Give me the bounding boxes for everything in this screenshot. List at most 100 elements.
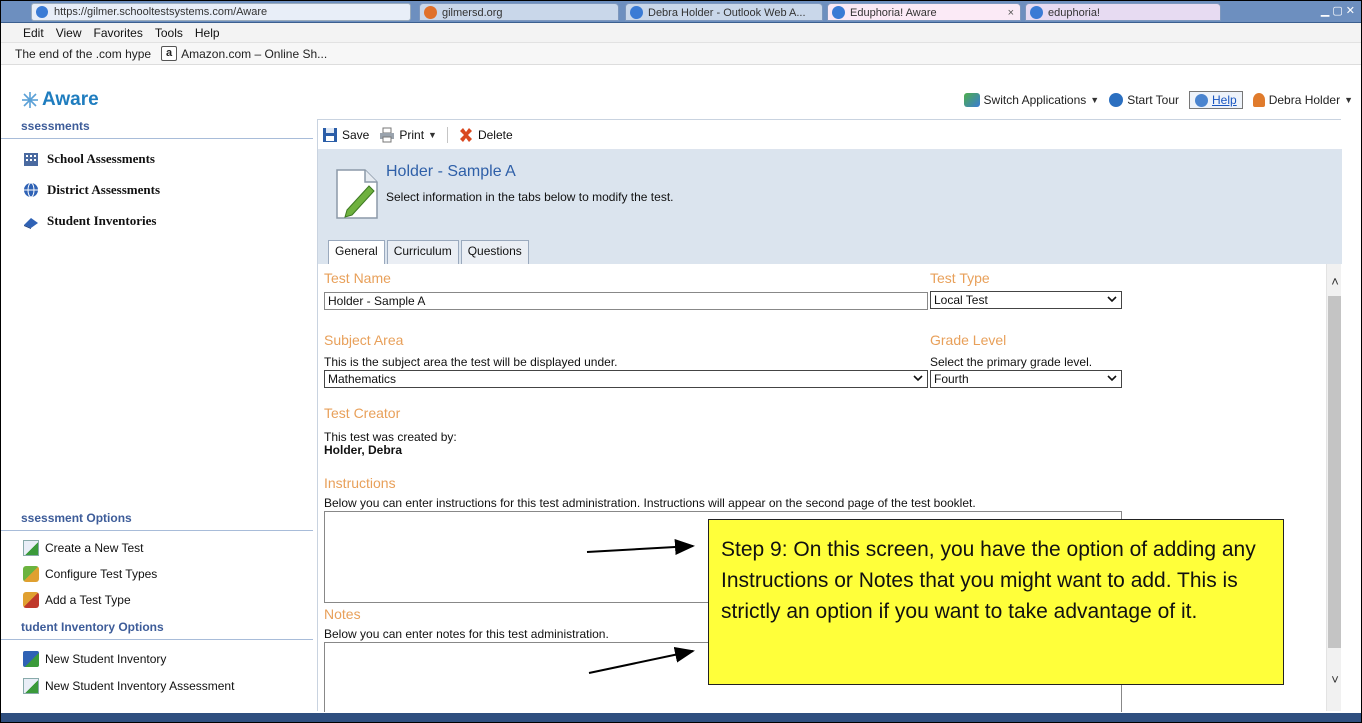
switch-applications-menu[interactable]: Switch Applications ▼	[963, 93, 1100, 107]
sidebar-add-test-type[interactable]: Add a Test Type	[23, 592, 131, 608]
start-tour-button[interactable]: Start Tour	[1109, 93, 1179, 107]
sidebar-create-new-test[interactable]: Create a New Test	[23, 540, 144, 556]
chevron-down-icon: ▼	[428, 129, 437, 140]
start-tour-label: Start Tour	[1127, 93, 1180, 107]
menu-favorites[interactable]: Favorites	[93, 26, 142, 40]
window-controls[interactable]: ▁ ▢ ✕	[1321, 4, 1355, 17]
favorite-link-amazon[interactable]: a Amazon.com – Online Sh...	[161, 46, 327, 61]
test-creator-name: Holder, Debra	[324, 443, 403, 457]
test-type-select[interactable]: Local Test	[930, 291, 1122, 309]
chevron-down-icon[interactable]: ˅	[1329, 672, 1341, 687]
user-icon	[1252, 93, 1265, 107]
sidebar-option-label: Configure Test Types	[45, 567, 158, 581]
add-tag-icon	[23, 592, 39, 608]
sidebar-item-label: Student Inventories	[47, 213, 157, 228]
notes-hint: Below you can enter notes for this test …	[324, 627, 609, 641]
sidebar-heading-inventory-options: tudent Inventory Options	[1, 620, 313, 640]
wrench-icon	[23, 566, 39, 582]
chevron-up-icon[interactable]: ˄	[1329, 274, 1341, 289]
tab-curriculum[interactable]: Curriculum	[386, 240, 459, 264]
amazon-icon: a	[161, 46, 178, 61]
sidebar: ssessments School Assessments District A…	[1, 119, 313, 719]
sidebar-item-school-assessments[interactable]: School Assessments	[23, 151, 155, 167]
sidebar-new-inventory-assessment[interactable]: New Student Inventory Assessment	[23, 678, 234, 694]
subject-area-value: Mathematics	[328, 372, 397, 386]
school-building-icon	[24, 153, 38, 166]
sidebar-option-label: Create a New Test	[45, 541, 144, 555]
sidebar-heading-assessment-options: ssessment Options	[1, 511, 313, 531]
edit-document-icon	[336, 169, 378, 219]
tab-general[interactable]: General	[328, 240, 385, 265]
test-tabs: General Curriculum Questions	[328, 240, 529, 265]
browser-tab-outlook[interactable]: Debra Holder - Outlook Web A...	[625, 3, 823, 21]
grade-level-value: Fourth	[934, 372, 969, 386]
new-inventory-icon	[23, 651, 39, 667]
menu-tools[interactable]: Tools	[155, 26, 183, 40]
help-link[interactable]: Help	[1212, 93, 1237, 107]
print-label: Print	[399, 127, 425, 142]
book-icon	[24, 218, 38, 229]
scrollbar-thumb[interactable]	[1328, 296, 1341, 648]
close-tab-icon[interactable]: ×	[1008, 4, 1014, 20]
browser-tab-label: eduphoria!	[1048, 7, 1100, 19]
chevron-down-icon: ▼	[1090, 95, 1100, 105]
tab-favicon-icon	[832, 6, 845, 19]
address-bar-text: https://gilmer.schooltestsystems.com/Awa…	[54, 6, 268, 18]
menu-edit[interactable]: Edit	[23, 26, 44, 40]
screenshot-frame: https://gilmer.schooltestsystems.com/Awa…	[0, 0, 1362, 723]
toolbar: Save Print ▼ Delete	[318, 120, 1342, 150]
test-creator-label: Test Creator	[324, 405, 401, 421]
print-button[interactable]: Print ▼	[379, 127, 437, 143]
test-subtitle: Select information in the tabs below to …	[386, 190, 674, 204]
browser-tab-aware[interactable]: Eduphoria! Aware ×	[827, 3, 1021, 21]
chevron-down-icon: ▼	[1344, 95, 1353, 105]
tab-favicon-icon	[1030, 6, 1043, 19]
app-header: Aware Switch Applications ▼ Start Tour H…	[1, 87, 1361, 115]
delete-x-icon	[459, 127, 472, 142]
chevron-down-icon	[1107, 375, 1117, 382]
sidebar-configure-test-types[interactable]: Configure Test Types	[23, 566, 157, 582]
grade-level-select[interactable]: Fourth	[930, 370, 1122, 388]
help-button[interactable]: Help	[1189, 91, 1243, 109]
delete-button[interactable]: Delete	[458, 127, 513, 143]
aware-logo-icon	[22, 92, 38, 108]
new-document-icon	[23, 540, 39, 556]
test-name-input[interactable]: Holder - Sample A	[324, 292, 928, 310]
grade-level-label: Grade Level	[930, 332, 1007, 348]
address-bar[interactable]: https://gilmer.schooltestsystems.com/Awa…	[31, 3, 411, 21]
menu-view[interactable]: View	[56, 26, 82, 40]
sidebar-item-student-inventories[interactable]: Student Inventories	[23, 213, 156, 229]
annotation-callout: Step 9: On this screen, you have the opt…	[708, 519, 1284, 685]
sidebar-option-label: New Student Inventory	[45, 652, 167, 666]
browser-tab-gilmersd[interactable]: gilmersd.org	[419, 3, 619, 21]
browser-tab-eduphoria[interactable]: eduphoria!	[1025, 3, 1221, 21]
sidebar-option-label: New Student Inventory Assessment	[45, 679, 235, 693]
browser-tab-label: Eduphoria! Aware	[850, 7, 937, 19]
grade-level-hint: Select the primary grade level.	[930, 355, 1093, 369]
switch-applications-icon	[963, 93, 980, 107]
test-type-value: Local Test	[934, 293, 988, 307]
menu-bar: Edit View Favorites Tools Help	[1, 23, 1361, 43]
sidebar-item-district-assessments[interactable]: District Assessments	[23, 182, 160, 198]
save-button[interactable]: Save	[322, 127, 369, 143]
menu-help[interactable]: Help	[195, 26, 220, 40]
chevron-down-icon	[913, 375, 923, 382]
user-name: Debra Holder	[1268, 93, 1341, 107]
sidebar-item-label: District Assessments	[47, 182, 161, 197]
sidebar-new-student-inventory[interactable]: New Student Inventory	[23, 651, 166, 667]
help-icon	[1195, 93, 1209, 107]
favorite-link-com-hype[interactable]: The end of the .com hype	[15, 47, 151, 61]
sidebar-heading-assessments: ssessments	[1, 119, 313, 139]
chevron-down-icon	[1107, 296, 1117, 303]
subject-area-hint: This is the subject area the test will b…	[324, 355, 618, 369]
test-type-label: Test Type	[930, 270, 990, 286]
notes-label: Notes	[324, 606, 361, 622]
user-menu[interactable]: Debra Holder ▼	[1252, 93, 1353, 107]
app-logo[interactable]: Aware	[21, 89, 99, 111]
tab-questions[interactable]: Questions	[460, 240, 529, 264]
form-scrollbar[interactable]: ˄ ˅	[1326, 264, 1341, 711]
save-label: Save	[342, 127, 370, 142]
subject-area-select[interactable]: Mathematics	[324, 370, 928, 388]
delete-label: Delete	[477, 127, 513, 142]
tour-icon	[1109, 93, 1124, 107]
